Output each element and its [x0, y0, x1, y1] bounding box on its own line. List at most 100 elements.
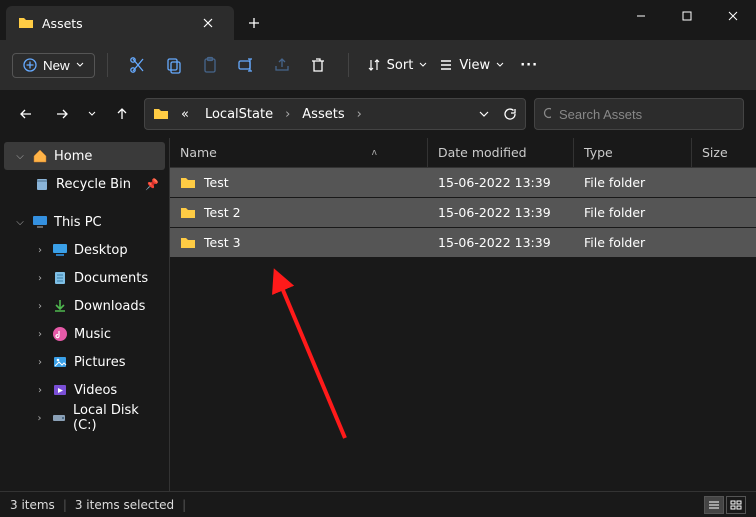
sort-button[interactable]: Sort [361, 54, 434, 77]
breadcrumb-item[interactable]: Assets [298, 105, 348, 124]
column-header-name[interactable]: Name ʌ [170, 138, 428, 167]
minimize-button[interactable] [618, 0, 664, 32]
tab-title: Assets [42, 16, 186, 31]
folder-icon [153, 106, 169, 122]
breadcrumb-ellipsis[interactable]: « [177, 105, 193, 124]
chevron-right-icon: › [285, 107, 290, 122]
paste-button[interactable] [192, 47, 228, 83]
statusbar: 3 items | 3 items selected | [0, 491, 756, 517]
window-tab[interactable]: Assets [6, 6, 234, 40]
view-button[interactable]: View [433, 54, 510, 77]
close-window-button[interactable] [710, 0, 756, 32]
close-icon [728, 11, 738, 21]
copy-button[interactable] [156, 47, 192, 83]
maximize-icon [682, 11, 692, 21]
drive-icon [51, 410, 67, 426]
close-icon [203, 18, 213, 28]
breadcrumb-item[interactable]: LocalState [201, 105, 277, 124]
cell-type: File folder [574, 175, 692, 190]
main-area: ⌵ Home Recycle Bin 📌 ⌵ This PC › Desktop… [0, 138, 756, 491]
chevron-right-icon: › [34, 357, 46, 368]
sidebar-item-videos[interactable]: › Videos [4, 376, 165, 404]
chevron-right-icon: › [357, 107, 362, 122]
back-button[interactable] [12, 100, 40, 128]
chevron-down-icon [419, 61, 427, 69]
cut-button[interactable] [120, 47, 156, 83]
chevron-right-icon: › [34, 385, 46, 396]
minimize-icon [636, 11, 646, 21]
monitor-icon [32, 214, 48, 230]
folder-icon [180, 205, 196, 221]
sidebar-item-label: Desktop [74, 243, 128, 258]
list-icon [439, 58, 453, 72]
table-row[interactable]: Test 2 15-06-2022 13:39 File folder [170, 198, 756, 228]
pin-icon: 📌 [145, 178, 159, 191]
sidebar-item-label: Videos [74, 383, 117, 398]
refresh-icon[interactable] [503, 107, 517, 121]
plus-circle-icon [23, 58, 37, 72]
command-toolbar: New Sort View ··· [0, 40, 756, 90]
details-view-button[interactable] [704, 496, 724, 514]
sidebar-item-label: Recycle Bin [56, 177, 131, 192]
grid-icon [730, 500, 742, 510]
sort-icon [367, 58, 381, 72]
chevron-right-icon: › [34, 245, 46, 256]
column-header-size[interactable]: Size [692, 138, 756, 167]
thumbnails-view-button[interactable] [726, 496, 746, 514]
search-box[interactable] [534, 98, 744, 130]
more-button[interactable]: ··· [510, 54, 548, 77]
maximize-button[interactable] [664, 0, 710, 32]
sidebar-item-label: This PC [54, 215, 102, 230]
new-tab-button[interactable] [234, 6, 274, 40]
sidebar-item-pictures[interactable]: › Pictures [4, 348, 165, 376]
chevron-right-icon: › [34, 301, 46, 312]
search-input[interactable] [559, 107, 735, 122]
sidebar-item-recycle[interactable]: Recycle Bin 📌 [4, 170, 165, 198]
sidebar-item-label: Local Disk (C:) [73, 403, 159, 433]
sidebar-item-label: Documents [74, 271, 148, 286]
address-bar[interactable]: « LocalState › Assets › [144, 98, 526, 130]
sidebar: ⌵ Home Recycle Bin 📌 ⌵ This PC › Desktop… [0, 138, 170, 491]
titlebar: Assets [0, 0, 756, 40]
pictures-icon [52, 354, 68, 370]
sidebar-item-music[interactable]: › Music [4, 320, 165, 348]
up-button[interactable] [108, 100, 136, 128]
clipboard-icon [201, 56, 219, 74]
sidebar-item-thispc[interactable]: ⌵ This PC [4, 208, 165, 236]
chevron-down-icon[interactable] [479, 109, 489, 119]
cell-date: 15-06-2022 13:39 [428, 205, 574, 220]
sidebar-item-downloads[interactable]: › Downloads [4, 292, 165, 320]
chevron-down-icon: ⌵ [14, 151, 26, 162]
arrow-left-icon [19, 107, 33, 121]
cell-type: File folder [574, 235, 692, 250]
content-pane: Name ʌ Date modified Type Size Test 15-0… [170, 138, 756, 491]
table-row[interactable]: Test 3 15-06-2022 13:39 File folder [170, 228, 756, 258]
forward-button[interactable] [48, 100, 76, 128]
downloads-icon [52, 298, 68, 314]
recent-button[interactable] [84, 100, 100, 128]
sidebar-item-documents[interactable]: › Documents [4, 264, 165, 292]
rename-button[interactable] [228, 47, 264, 83]
column-header-date[interactable]: Date modified [428, 138, 574, 167]
new-button[interactable]: New [12, 53, 95, 78]
sort-asc-icon: ʌ [372, 148, 377, 158]
tab-close-button[interactable] [194, 9, 222, 37]
cell-name: Test [204, 175, 229, 190]
sidebar-item-localdisk[interactable]: › Local Disk (C:) [4, 404, 165, 432]
cell-date: 15-06-2022 13:39 [428, 175, 574, 190]
search-icon [543, 107, 551, 121]
sidebar-item-desktop[interactable]: › Desktop [4, 236, 165, 264]
chevron-down-icon [88, 110, 96, 118]
table-row[interactable]: Test 15-06-2022 13:39 File folder [170, 168, 756, 198]
trash-icon [309, 56, 327, 74]
sidebar-item-label: Music [74, 327, 111, 342]
delete-button[interactable] [300, 47, 336, 83]
column-header-type[interactable]: Type [574, 138, 692, 167]
status-selected: 3 items selected [75, 498, 174, 512]
cell-type: File folder [574, 205, 692, 220]
documents-icon [52, 270, 68, 286]
sidebar-item-home[interactable]: ⌵ Home [4, 142, 165, 170]
file-list: Test 15-06-2022 13:39 File folder Test 2… [170, 168, 756, 491]
chevron-right-icon: › [34, 329, 46, 340]
share-button[interactable] [264, 47, 300, 83]
